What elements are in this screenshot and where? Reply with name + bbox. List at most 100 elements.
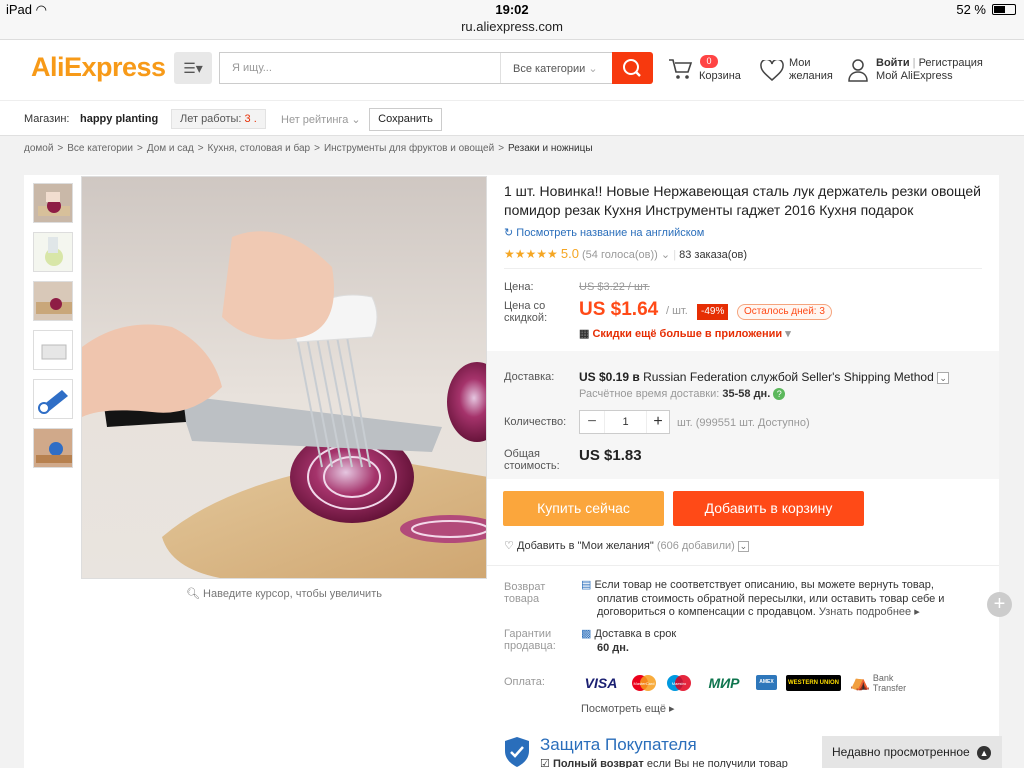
seller-guarantee-label: Гарантии продавца: (504, 628, 556, 652)
chevron-up-icon: ▲ (977, 746, 992, 760)
breadcrumb-item[interactable]: Резаки и ножницы (508, 143, 593, 154)
user-icon[interactable] (847, 57, 869, 83)
shipping-label: Доставка: (504, 371, 555, 383)
available-stock: шт. (999551 шт. Доступно) (677, 417, 810, 429)
store-label: Магазин: (24, 113, 70, 125)
return-label: Возврат товара (504, 581, 546, 605)
gallery-thumbnail[interactable] (33, 428, 73, 468)
search-button[interactable] (612, 52, 653, 84)
divider (504, 268, 982, 269)
quantity-label: Количество: (504, 416, 567, 428)
quantity-stepper: − 1 + (579, 410, 670, 434)
return-icon: ▤ (581, 579, 592, 591)
original-price: US $3.22 / шт. (579, 281, 650, 293)
divider (487, 565, 999, 566)
search-icon (623, 59, 641, 77)
payment-label: Оплата: (504, 676, 545, 688)
checkbox-icon: ☑ (540, 758, 550, 768)
bank-transfer-icon: ⛺ Bank Transfer (850, 673, 907, 693)
site-header: AliExpress ☰▾ Я ищу... Все категории ⌄ 0… (0, 40, 1024, 100)
save-store-button[interactable]: Сохранить (369, 108, 442, 131)
visa-icon: VISA (584, 675, 618, 691)
mastercard-icon: MasterCard (629, 674, 659, 692)
register-link[interactable]: Регистрация (919, 57, 983, 69)
svg-text:MasterCard: MasterCard (634, 681, 655, 686)
recently-viewed-bar[interactable]: Недавно просмотренное ▲ (822, 736, 1002, 768)
app-discount-link[interactable]: ▦ Скидки ещё больше в приложении ▾ (579, 327, 791, 340)
svg-text:Maestro: Maestro (672, 681, 687, 686)
mir-icon: МИР (708, 675, 740, 691)
english-title-link[interactable]: ↻ Посмотреть название на английском (504, 226, 704, 239)
cart-link[interactable]: Корзина (699, 70, 741, 83)
quantity-input[interactable]: 1 (604, 411, 647, 433)
heart-icon[interactable] (760, 60, 784, 82)
heart-plus-icon: ♡ (504, 540, 514, 552)
account-links: Войти | Регистрация Мой AliExpress (876, 57, 983, 83)
status-time: 19:02 (495, 2, 529, 17)
wishlist-link[interactable]: Мои желания (789, 57, 833, 83)
price-label: Цена: (504, 281, 534, 293)
search-input[interactable]: Я ищу... Все категории ⌄ (219, 52, 614, 84)
store-rating-dropdown[interactable]: Нет рейтинга ⌄ (281, 113, 361, 126)
my-aliexpress-link[interactable]: Мой AliExpress (876, 70, 983, 83)
breadcrumb-separator: > (57, 143, 64, 154)
gallery-thumbnail[interactable] (33, 183, 73, 223)
gallery-thumbnail[interactable] (33, 379, 73, 419)
address-bar[interactable]: ru.aliexpress.com (0, 19, 1024, 34)
store-years-badge: Лет работы: 3 . (171, 109, 266, 129)
translate-icon: ↻ (504, 227, 514, 239)
sale-price: US $1.64 (579, 299, 659, 320)
hamburger-icon: ☰▾ (183, 60, 203, 76)
login-link[interactable]: Войти (876, 57, 910, 69)
add-to-wishlist-link[interactable]: ♡ Добавить в "Мои желания" (606 добавили… (504, 539, 749, 552)
cart-icon[interactable] (667, 57, 693, 81)
shield-icon (503, 736, 531, 768)
breadcrumb-separator: > (498, 143, 505, 154)
learn-more-link[interactable]: Узнать подробнее ▸ (819, 606, 920, 618)
see-more-payments-link[interactable]: Посмотреть ещё ▸ (581, 702, 675, 715)
buyer-protection-title: Защита Покупателя (540, 735, 697, 754)
breadcrumb-item[interactable]: Кухня, столовая и бар (208, 143, 311, 154)
breadcrumb-separator: > (136, 143, 143, 154)
sale-price-label: Цена со скидкой: (504, 300, 548, 324)
total-price: US $1.83 (579, 447, 642, 464)
categories-menu-button[interactable]: ☰▾ (174, 52, 212, 84)
return-policy: ▤ Если товар не соответствует описанию, … (581, 579, 945, 618)
gallery-thumbnail[interactable] (33, 281, 73, 321)
zoom-hint: 🔍︎ Наведите курсор, чтобы увеличить (186, 588, 382, 600)
price-unit: / шт. (666, 305, 688, 317)
search-category-select[interactable]: Все категории ⌄ (500, 53, 615, 83)
store-name-link[interactable]: happy planting (80, 113, 158, 125)
buy-now-button[interactable]: Купить сейчас (503, 491, 664, 526)
decrease-quantity-button[interactable]: − (580, 411, 604, 433)
shipping-method[interactable]: US $0.19 в Russian Federation службой Se… (579, 370, 950, 384)
breadcrumb-item[interactable]: домой (24, 143, 53, 154)
qr-code-icon: ▦ (579, 328, 590, 340)
onion-slicer-photo (82, 177, 486, 578)
seller-guarantee: ▩ Доставка в срок 60 дн. (581, 628, 677, 654)
maestro-icon: Maestro (664, 674, 694, 692)
increase-quantity-button[interactable]: + (647, 411, 669, 433)
rating-row: ★★★★★ 5.0 (54 голоса(ов)) ⌄ | 83 заказа(… (504, 246, 748, 261)
product-main-image[interactable] (81, 176, 487, 579)
chevron-down-icon[interactable]: ⌄ (661, 249, 670, 261)
aliexpress-logo[interactable]: AliExpress (31, 52, 166, 83)
breadcrumb-item[interactable]: Все категории (67, 143, 133, 154)
rating-value: 5.0 (560, 246, 579, 261)
cart-count-badge: 0 (700, 55, 718, 68)
truck-icon: ▩ (581, 628, 592, 640)
gallery-thumbnail[interactable] (33, 232, 73, 272)
help-icon[interactable]: ? (773, 388, 786, 400)
expand-plus-button[interactable]: + (987, 592, 1012, 617)
buyer-protection-item: ☑ Полный возврат если Вы не получили тов… (540, 758, 788, 768)
total-label: Общая стоимость: (504, 448, 560, 472)
days-left-badge: Осталось дней: 3 (737, 304, 832, 320)
western-union-icon: WESTERN UNION (786, 675, 841, 691)
gallery-thumbnail[interactable] (33, 330, 73, 370)
breadcrumb-item[interactable]: Дом и сад (147, 143, 194, 154)
add-to-cart-button[interactable]: Добавить в корзину (673, 491, 864, 526)
breadcrumb: домой > Все категории > Дом и сад > Кухня, сто… (24, 143, 597, 154)
discount-badge: -49% (697, 304, 729, 320)
votes-link[interactable]: (54 голоса(ов)) (582, 249, 658, 261)
breadcrumb-item[interactable]: Инструменты для фруктов и овощей (324, 143, 494, 154)
